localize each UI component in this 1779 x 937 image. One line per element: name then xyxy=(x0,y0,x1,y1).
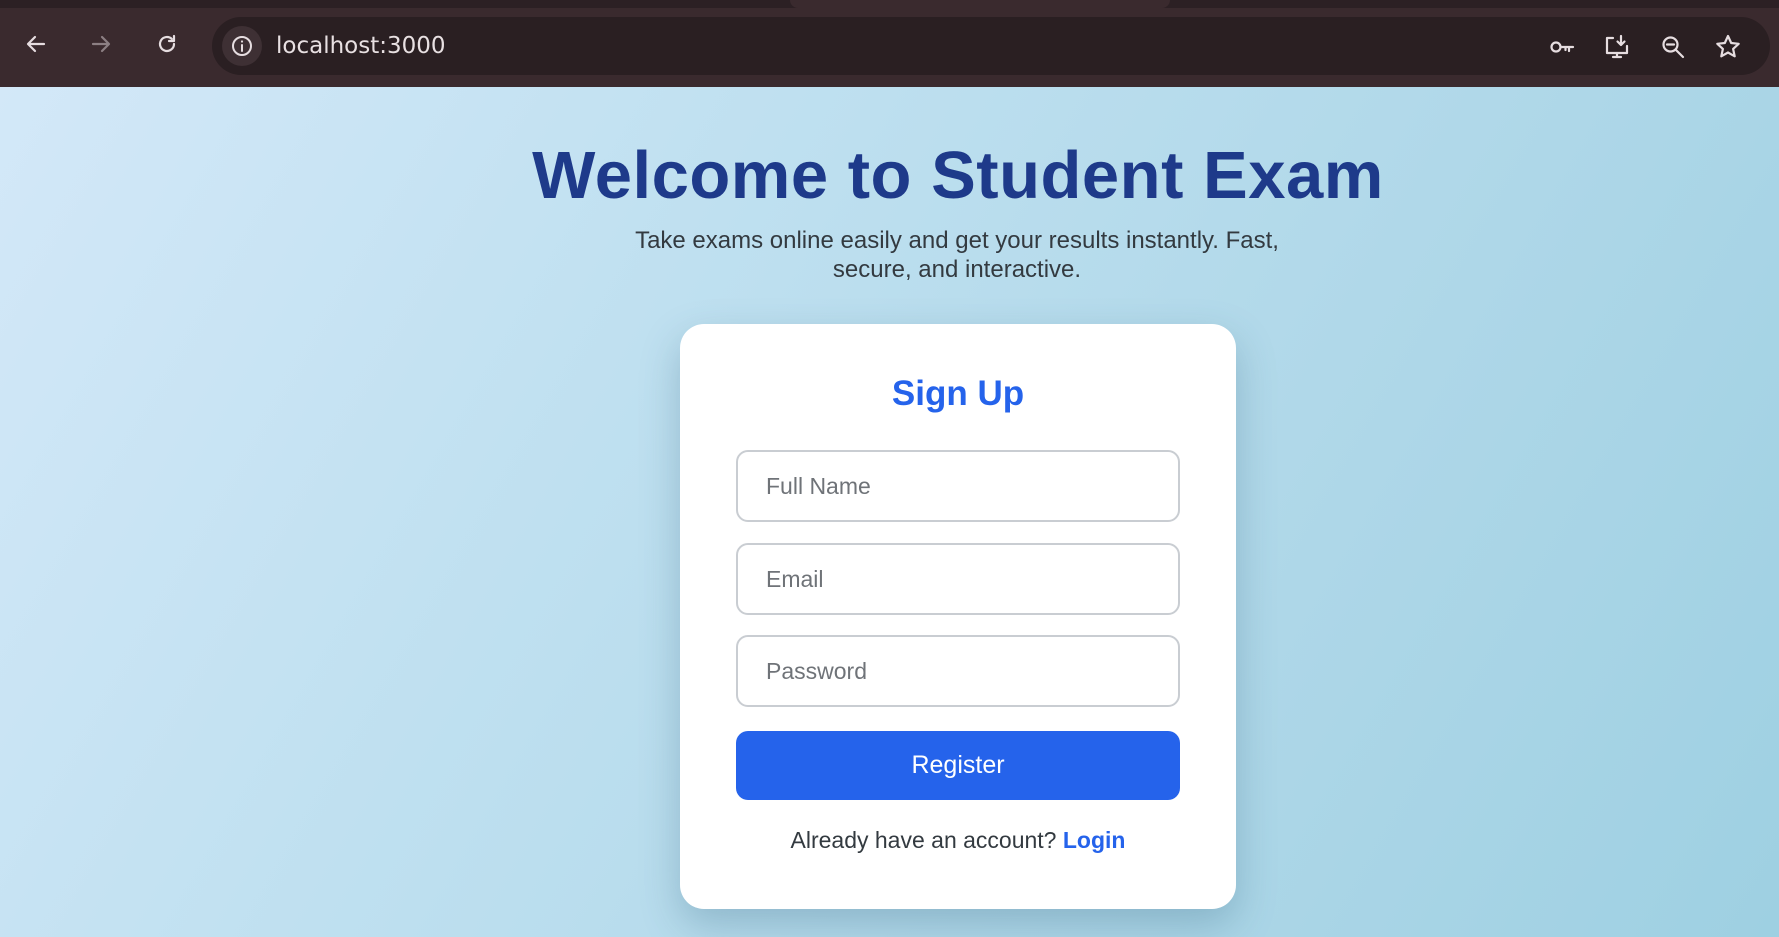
address-bar[interactable]: localhost:3000 xyxy=(212,17,1770,75)
site-info-button[interactable] xyxy=(222,26,262,66)
tab-strip xyxy=(0,0,1779,8)
page-subtitle: Take exams online easily and get your re… xyxy=(635,227,1279,283)
arrow-right-icon xyxy=(91,35,111,53)
reload-icon xyxy=(158,34,176,53)
star-icon xyxy=(1716,34,1740,58)
bookmark-button[interactable] xyxy=(1710,29,1746,65)
signup-title: Sign Up xyxy=(891,374,1025,413)
signup-card: Sign Up Register Already have an account… xyxy=(680,324,1236,909)
forward-button[interactable] xyxy=(83,26,119,62)
browser-chrome: localhost:3000 xyxy=(0,0,1779,87)
install-app-button[interactable] xyxy=(1599,29,1635,65)
arrow-left-icon xyxy=(26,35,46,53)
page-viewport: Welcome to Student Exam Take exams onlin… xyxy=(0,87,1779,937)
zoom-icon xyxy=(1662,36,1685,59)
active-tab-edge xyxy=(790,0,1170,8)
login-link[interactable]: Login xyxy=(1063,827,1126,853)
reload-button[interactable] xyxy=(149,26,185,62)
key-icon xyxy=(1550,41,1575,53)
passwords-button[interactable] xyxy=(1544,29,1580,65)
login-prompt: Already have an account? xyxy=(790,827,1057,853)
info-icon xyxy=(232,36,252,56)
install-app-icon xyxy=(1605,34,1629,59)
email-input[interactable] xyxy=(736,543,1180,615)
back-button[interactable] xyxy=(18,26,54,62)
password-input[interactable] xyxy=(736,635,1180,707)
page-title: Welcome to Student Exam xyxy=(532,138,1384,213)
full-name-input[interactable] xyxy=(736,450,1180,522)
register-button[interactable]: Register xyxy=(736,731,1180,800)
zoom-button[interactable] xyxy=(1655,29,1691,65)
url-text[interactable]: localhost:3000 xyxy=(276,17,446,75)
login-row: Already have an account? Login xyxy=(680,827,1236,854)
